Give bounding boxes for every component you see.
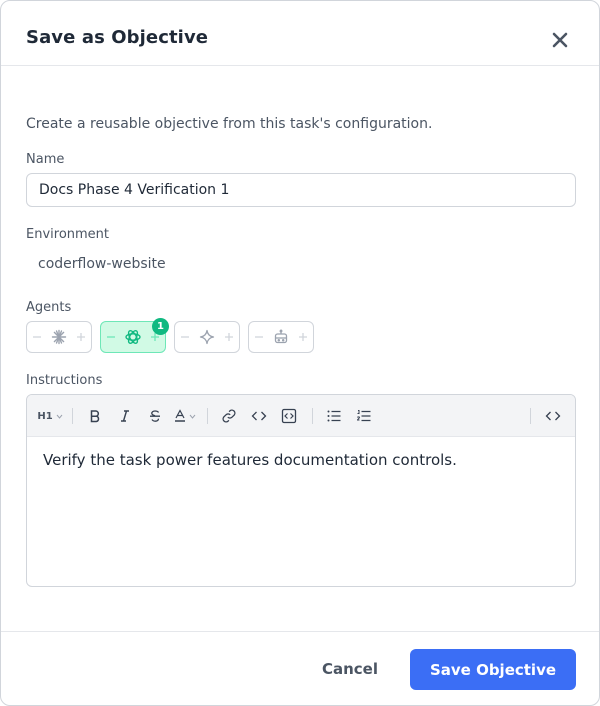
claude-burst-icon: [50, 328, 68, 346]
increment-icon[interactable]: [223, 331, 235, 343]
link-button[interactable]: [217, 404, 241, 428]
strikethrough-icon: [148, 409, 162, 423]
italic-icon: [118, 409, 132, 423]
agent-robot: [248, 321, 314, 353]
link-icon: [221, 408, 237, 424]
bold-icon: [88, 409, 102, 423]
dialog-header: Save as Objective: [1, 1, 599, 66]
chevron-down-icon: [189, 414, 196, 419]
toolbar-divider: [312, 408, 313, 424]
instructions-editor: H1 Verify the task power features docume…: [26, 394, 576, 587]
italic-button[interactable]: [113, 404, 137, 428]
dialog-title: Save as Objective: [26, 27, 209, 48]
agent-count-badge: 1: [152, 318, 169, 335]
code-icon: [251, 408, 267, 424]
source-view-button[interactable]: [541, 404, 565, 428]
code-block-button[interactable]: [277, 404, 301, 428]
save-objective-button[interactable]: Save Objective: [410, 649, 576, 690]
numbered-list-icon: [356, 408, 372, 424]
decrement-icon[interactable]: [31, 331, 43, 343]
dialog-footer: Cancel Save Objective: [1, 631, 599, 705]
name-label: Name: [26, 152, 65, 167]
heading-dropdown[interactable]: H1: [35, 404, 65, 428]
cancel-button[interactable]: Cancel: [306, 649, 394, 689]
close-button[interactable]: [548, 28, 572, 52]
chevron-down-icon: [56, 414, 63, 419]
environment-value: coderflow-website: [38, 256, 166, 272]
agent-gemini: [174, 321, 240, 353]
text-color-icon: [174, 409, 186, 423]
inline-code-button[interactable]: [247, 404, 271, 428]
increment-icon[interactable]: [75, 331, 87, 343]
source-code-icon: [545, 408, 561, 424]
decrement-icon[interactable]: [179, 331, 191, 343]
dialog-description: Create a reusable objective from this ta…: [26, 116, 433, 132]
numbered-list-button[interactable]: [352, 404, 376, 428]
close-icon: [551, 31, 569, 49]
text-color-button[interactable]: [171, 404, 199, 428]
toolbar-divider: [530, 408, 531, 424]
editor-toolbar: H1: [27, 395, 575, 437]
bullet-list-button[interactable]: [322, 404, 346, 428]
save-objective-dialog: Save as Objective Create a reusable obje…: [0, 0, 600, 706]
instructions-label: Instructions: [26, 373, 103, 388]
robot-icon: [272, 328, 290, 346]
heading-icon: H1: [37, 410, 53, 422]
openai-icon: [124, 328, 142, 346]
bold-button[interactable]: [83, 404, 107, 428]
bullet-list-icon: [326, 408, 342, 424]
agent-openai: 1: [100, 318, 169, 353]
agents-label: Agents: [26, 300, 72, 315]
decrement-icon[interactable]: [253, 331, 265, 343]
strikethrough-button[interactable]: [143, 404, 167, 428]
agent-claude: [26, 321, 92, 353]
toolbar-divider: [207, 408, 208, 424]
sparkle-icon: [198, 328, 216, 346]
environment-label: Environment: [26, 227, 110, 242]
name-input[interactable]: [26, 173, 576, 207]
increment-icon[interactable]: [297, 331, 309, 343]
editor-content[interactable]: Verify the task power features documenta…: [43, 451, 457, 469]
toolbar-divider: [72, 408, 73, 424]
code-block-icon: [281, 408, 297, 424]
decrement-icon[interactable]: [105, 331, 117, 343]
